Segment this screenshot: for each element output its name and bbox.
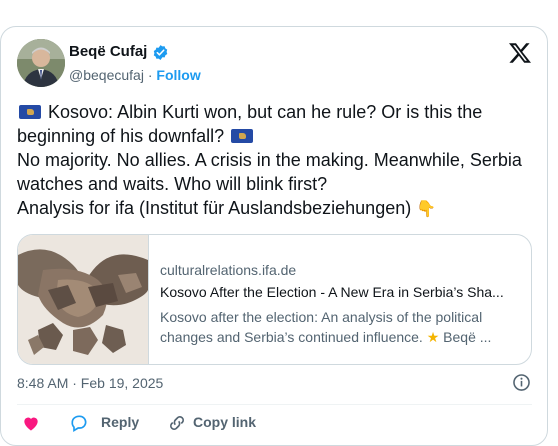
kosovo-flag-icon	[19, 105, 41, 119]
author-name[interactable]: Beqë Cufaj	[69, 43, 147, 60]
link-domain: culturalrelations.ifa.de	[160, 262, 297, 278]
reply-button[interactable]: Reply	[101, 414, 139, 430]
link-icon[interactable]	[167, 413, 187, 433]
heart-icon[interactable]	[21, 413, 41, 433]
link-preview-card[interactable]: culturalrelations.ifa.de Kosovo After th…	[17, 234, 532, 365]
author-handle-line: @beqecufaj · Follow	[69, 67, 201, 83]
tweet-line-2: No majority. No allies. A crisis in the …	[17, 150, 522, 194]
link-title: Kosovo After the Election - A New Era in…	[160, 284, 504, 300]
follow-button[interactable]: Follow	[156, 67, 200, 83]
star-icon: ★	[426, 329, 440, 345]
verified-badge-icon	[153, 45, 168, 60]
tweet-text: Kosovo: Albin Kurti won, but can he rule…	[17, 100, 537, 222]
link-thumbnail-image	[18, 235, 149, 364]
reply-icon[interactable]	[69, 413, 89, 433]
copy-link-button[interactable]: Copy link	[193, 414, 256, 430]
pointing-down-icon: 👇	[416, 201, 437, 218]
divider	[17, 404, 532, 405]
tweet-line-3: Analysis for ifa (Institut für Auslandsb…	[17, 198, 412, 218]
x-logo-icon[interactable]	[508, 41, 532, 65]
tweet-timestamp[interactable]: 8:48 AM · Feb 19, 2025	[17, 375, 163, 391]
author-avatar[interactable]	[17, 39, 65, 87]
link-description-tail: Beqë ...	[443, 329, 492, 345]
separator-dot: ·	[147, 67, 153, 83]
tweet-card: Beqë Cufaj @beqecufaj · Follow Kosovo: A…	[0, 26, 548, 446]
author-handle[interactable]: @beqecufaj	[69, 67, 144, 83]
info-icon[interactable]	[512, 373, 531, 392]
kosovo-flag-icon	[231, 129, 254, 143]
tweet-actions-bar: Reply Copy link	[17, 413, 532, 443]
link-description: Kosovo after the election: An analysis o…	[160, 307, 520, 347]
